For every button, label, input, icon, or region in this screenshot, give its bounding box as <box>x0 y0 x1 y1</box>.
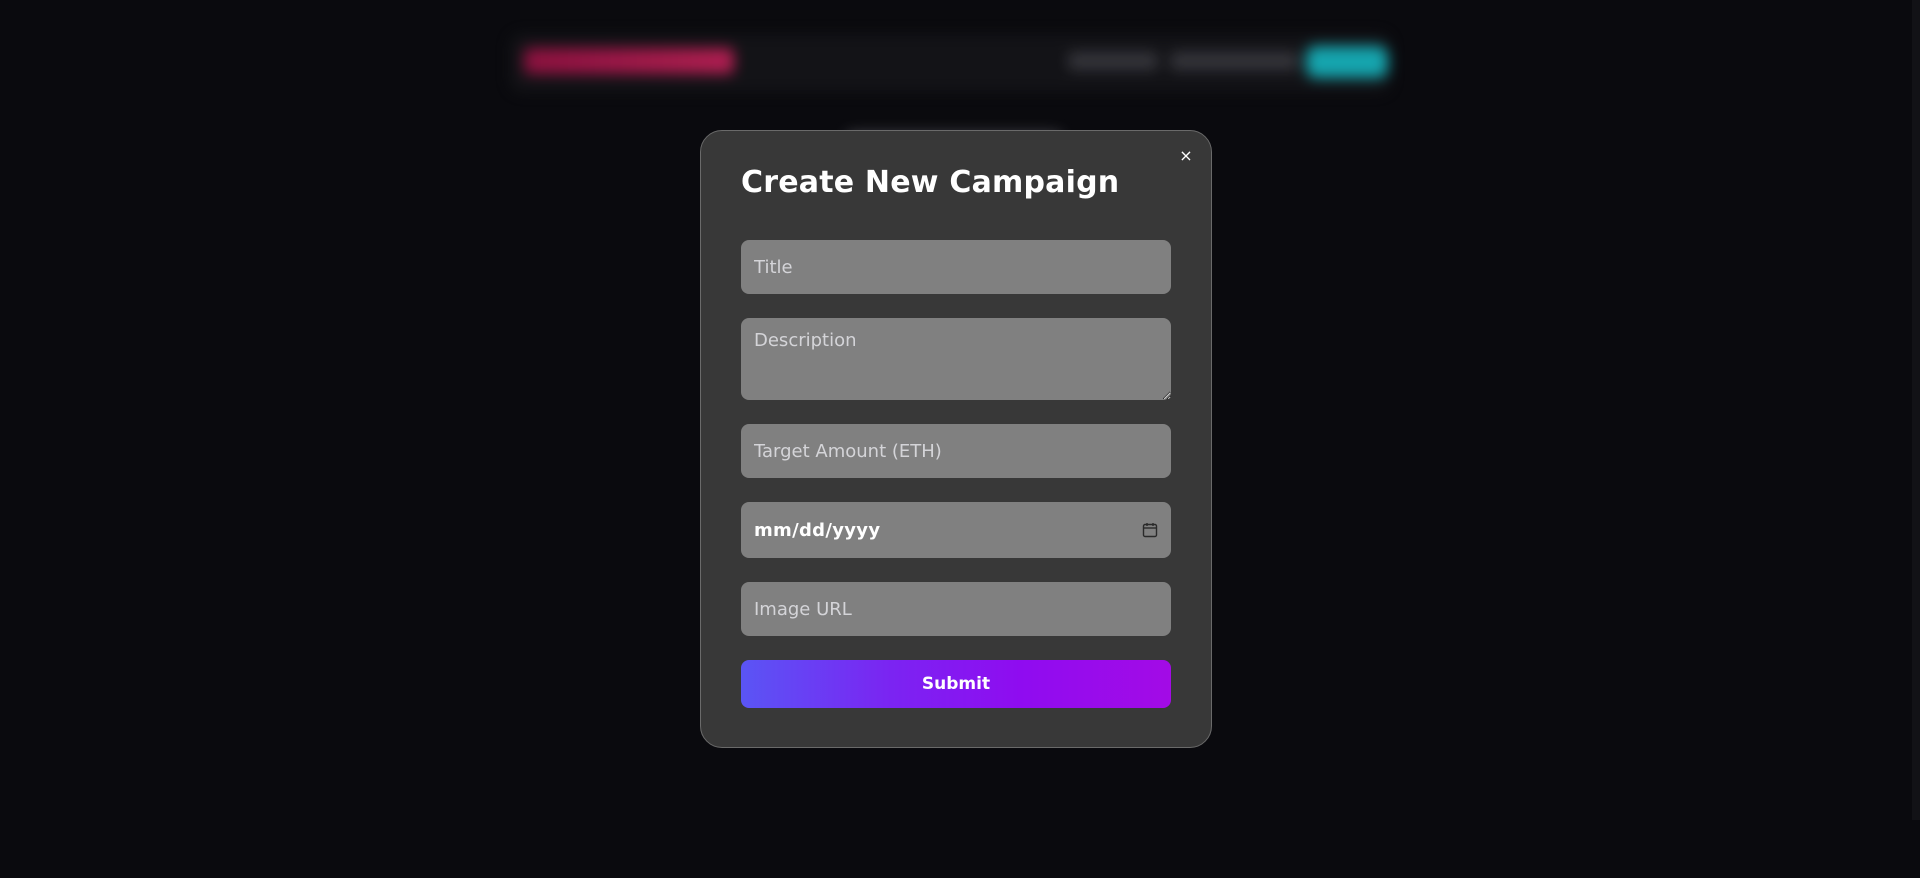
create-campaign-modal: × Create New Campaign mm/dd/yyyy Submit <box>700 130 1212 748</box>
background-cta-button <box>1306 46 1388 78</box>
close-button[interactable]: × <box>1177 147 1195 165</box>
page: × Create New Campaign mm/dd/yyyy Submit <box>0 0 1920 878</box>
modal-title: Create New Campaign <box>741 165 1120 200</box>
scrollbar-track[interactable] <box>1912 0 1920 820</box>
background-nav-link <box>1068 52 1158 70</box>
target-amount-input[interactable] <box>741 424 1171 478</box>
title-input[interactable] <box>741 240 1171 294</box>
image-url-input[interactable] <box>741 582 1171 636</box>
date-placeholder: mm/dd/yyyy <box>754 519 881 541</box>
close-icon: × <box>1179 146 1193 165</box>
background-nav-link <box>1170 52 1298 70</box>
background-logo <box>524 48 734 74</box>
calendar-icon[interactable] <box>1142 522 1158 538</box>
deadline-date-input[interactable]: mm/dd/yyyy <box>741 502 1171 558</box>
description-textarea[interactable] <box>741 318 1171 400</box>
submit-button[interactable]: Submit <box>741 660 1171 708</box>
